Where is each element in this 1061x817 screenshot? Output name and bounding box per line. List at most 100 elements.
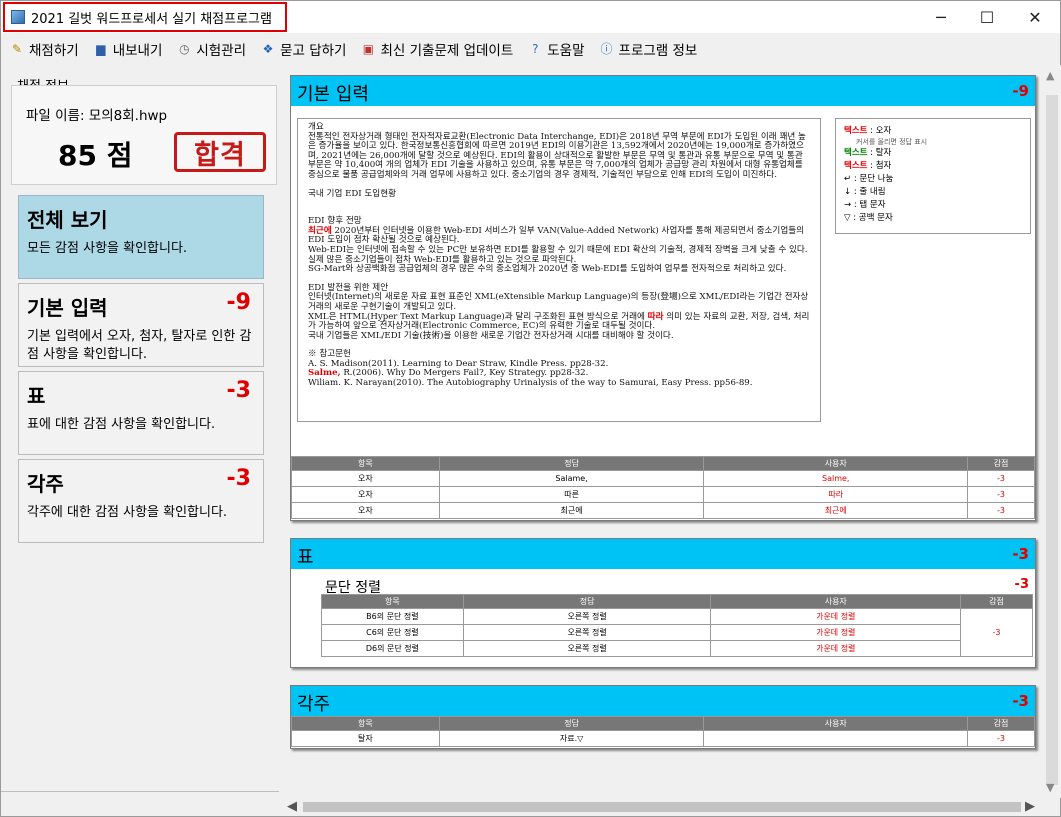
- cell: 탈자: [291, 730, 440, 747]
- maximize-button[interactable]: ☐: [964, 1, 1010, 33]
- col-header: 사용자: [703, 716, 969, 731]
- col-header: 사용자: [710, 594, 962, 609]
- report-area[interactable]: 기본 입력 -9 개요 전통적인 전자상거래 형태인 전자적자료교환(Elect…: [283, 65, 1043, 798]
- doc-para: 최근에 2020년부터 인터넷을 이용한 Web-EDI 서비스가 일부 VAN…: [308, 225, 810, 246]
- col-header: 정답: [438, 716, 705, 731]
- app-icon: [11, 10, 25, 24]
- menu-info-label: 프로그램 정보: [618, 43, 698, 59]
- category-title: 전체 보기: [27, 208, 108, 232]
- col-header: 감점: [967, 716, 1035, 731]
- panel-penalty: -3: [1012, 545, 1029, 563]
- doc-text: 2020년부터 인터넷을 이용한 Web-EDI 서비스가 일부 VAN(Val…: [308, 225, 805, 246]
- col-header: 정답: [462, 594, 712, 609]
- table-row: 탈자 자료.▽ -3: [291, 730, 1035, 747]
- doc-para: XML은 HTML(Hyper Text Markup Language)과 달…: [308, 311, 810, 332]
- category-title: 기본 입력: [27, 296, 108, 320]
- close-button[interactable]: ✕: [1012, 1, 1058, 33]
- scroll-up-icon[interactable]: ▲: [1046, 69, 1054, 82]
- scroll-thumb[interactable]: [303, 802, 1021, 812]
- table-row: 오자 최근에 최근에 -3: [291, 502, 1035, 519]
- category-footnote[interactable]: 각주 -3 각주에 대한 감점 사항을 확인합니다.: [18, 459, 264, 543]
- menu-exam-manage[interactable]: ◷ 시험관리: [176, 39, 246, 59]
- legend-text: : 오자: [867, 126, 892, 136]
- menu-bar: ✎ 채점하기 ▆ 내보내기 ◷ 시험관리 ❖ 묻고 답하기 ▣ 최신 기출문제 …: [1, 35, 1060, 63]
- table-header-row: 항목 정답 사용자 감점: [291, 456, 1035, 471]
- error-mark[interactable]: 따라: [648, 312, 664, 322]
- help-icon: ?: [532, 42, 539, 56]
- legend-linebreak: ↓ : 줄 내림: [844, 187, 886, 197]
- window-title: 2021 길벗 워드프로세서 실기 채점프로그램: [31, 11, 272, 27]
- horizontal-scrollbar[interactable]: ◀ ▶: [283, 798, 1043, 816]
- legend-extra: 텍스트 : 첨자: [844, 160, 1022, 173]
- menu-export[interactable]: ▆ 내보내기: [93, 39, 163, 59]
- cell: 따른: [438, 486, 705, 503]
- doc-para: 전통적인 전자상거래 형태인 전자적자료교환(Electronic Data I…: [308, 131, 806, 180]
- title-bar: 2021 길벗 워드프로세서 실기 채점프로그램 ─ ☐ ✕: [1, 1, 1060, 33]
- scroll-thumb[interactable]: [1046, 95, 1058, 785]
- category-basic-input[interactable]: 기본 입력 -9 기본 입력에서 오자, 첨자, 탈자로 인한 감점 사항을 확…: [18, 283, 264, 367]
- cell: B6의 문단 정렬: [321, 608, 464, 625]
- basic-errors-table: 항목 정답 사용자 감점 오자 Salame, Salme, -3 오자 따른 …: [291, 456, 1035, 519]
- category-penalty: -3: [226, 378, 251, 403]
- panel-title: 각주: [297, 694, 331, 715]
- score-card: 파일 이름: 모의8회.hwp 85 점 합격: [11, 85, 277, 185]
- menu-export-label: 내보내기: [112, 43, 163, 59]
- panel-title: 기본 입력: [297, 84, 369, 105]
- col-header: 정답: [438, 456, 705, 471]
- menu-help[interactable]: ? 도움말: [527, 39, 584, 59]
- doc-para: 국내 기업들은 XML/EDI 기술(技術)을 이용한 새로운 기업간 전자상거…: [308, 330, 674, 341]
- legend-para: ↵ : 문단 나눔: [844, 174, 894, 184]
- doc-para: 인터넷(Internet)의 새로운 자료 표현 표준인 XML(eXtensi…: [308, 292, 809, 312]
- col-header: 항목: [321, 594, 464, 609]
- table-errors-table: 항목 정답 사용자 감점 B6의 문단 정렬 오른쪽 정렬 가운데 정렬 -3 …: [321, 594, 1033, 657]
- qa-icon: ❖: [262, 42, 274, 56]
- left-panel: 채점 정보 파일 이름: 모의8회.hwp 85 점 합격 전체 보기 모든 감…: [7, 71, 279, 791]
- legend-text: : 탈자: [867, 148, 892, 158]
- file-name: 파일 이름: 모의8회.hwp: [26, 108, 168, 124]
- legend-tab: → : 탭 문자: [844, 200, 886, 210]
- table-row: C6의 문단 정렬 오른쪽 정렬 가운데 정렬: [321, 624, 1033, 641]
- scroll-right-icon[interactable]: ▶: [1025, 799, 1035, 814]
- col-header: 사용자: [703, 456, 969, 471]
- left-footer: [1, 791, 279, 817]
- minimize-button[interactable]: ─: [918, 1, 964, 33]
- scroll-down-icon[interactable]: ▼: [1046, 781, 1054, 794]
- scroll-left-icon[interactable]: ◀: [287, 799, 297, 814]
- legend-tag: 텍스트: [844, 126, 868, 136]
- panel-penalty: -9: [1012, 82, 1029, 100]
- cell: [703, 730, 969, 747]
- vertical-scrollbar[interactable]: ▲ ▼: [1043, 65, 1061, 798]
- cell: -3: [967, 470, 1035, 487]
- score-value: 85 점: [58, 139, 133, 172]
- table-row: D6의 문단 정렬 오른쪽 정렬 가운데 정렬: [321, 640, 1033, 657]
- cell: C6의 문단 정렬: [321, 624, 464, 641]
- menu-grade[interactable]: ✎ 채점하기: [9, 39, 79, 59]
- save-icon: ▆: [96, 42, 106, 56]
- menu-info[interactable]: ⓘ 프로그램 정보: [599, 39, 698, 59]
- menu-help-label: 도움말: [547, 43, 585, 59]
- category-title: 표: [27, 384, 46, 408]
- app-window: 2021 길벗 워드프로세서 실기 채점프로그램 ─ ☐ ✕ ✎ 채점하기 ▆ …: [0, 0, 1061, 817]
- panel-title: 표: [297, 547, 314, 568]
- table-row: 오자 Salame, Salme, -3: [291, 470, 1035, 487]
- category-table[interactable]: 표 -3 표에 대한 감점 사항을 확인합니다.: [18, 371, 264, 455]
- document-preview: 개요 전통적인 전자상거래 형태인 전자적자료교환(Electronic Dat…: [297, 118, 821, 422]
- cell: 가운데 정렬: [710, 624, 962, 641]
- cell: 자료.▽: [438, 730, 705, 747]
- menu-qa[interactable]: ❖ 묻고 답하기: [260, 39, 347, 59]
- menu-update[interactable]: ▣ 최신 기출문제 업데이트: [360, 39, 513, 59]
- doc-text: XML은 HTML(Hyper Text Markup Language)과 달…: [308, 311, 648, 322]
- col-header: 항목: [291, 716, 440, 731]
- panel-basic-input: 기본 입력 -9 개요 전통적인 전자상거래 형태인 전자적자료교환(Elect…: [290, 75, 1036, 521]
- cell: D6의 문단 정렬: [321, 640, 464, 657]
- legend-missing: 텍스트 : 탈자: [844, 147, 1022, 160]
- category-all[interactable]: 전체 보기 모든 감점 사항을 확인합니다.: [18, 195, 264, 279]
- error-mark[interactable]: Salme,: [308, 368, 341, 379]
- col-header: 감점: [967, 456, 1035, 471]
- doc-para: SG-Mart와 상공백화점 공급업체의 경우 많은 수의 중소업체가 2020…: [308, 264, 787, 275]
- panel-header: 각주 -3: [291, 686, 1035, 716]
- legend-tag: 텍스트: [844, 148, 868, 158]
- category-title: 각주: [27, 472, 64, 496]
- table-header-row: 항목 정답 사용자 감점: [321, 594, 1033, 609]
- category-penalty: -3: [226, 466, 251, 491]
